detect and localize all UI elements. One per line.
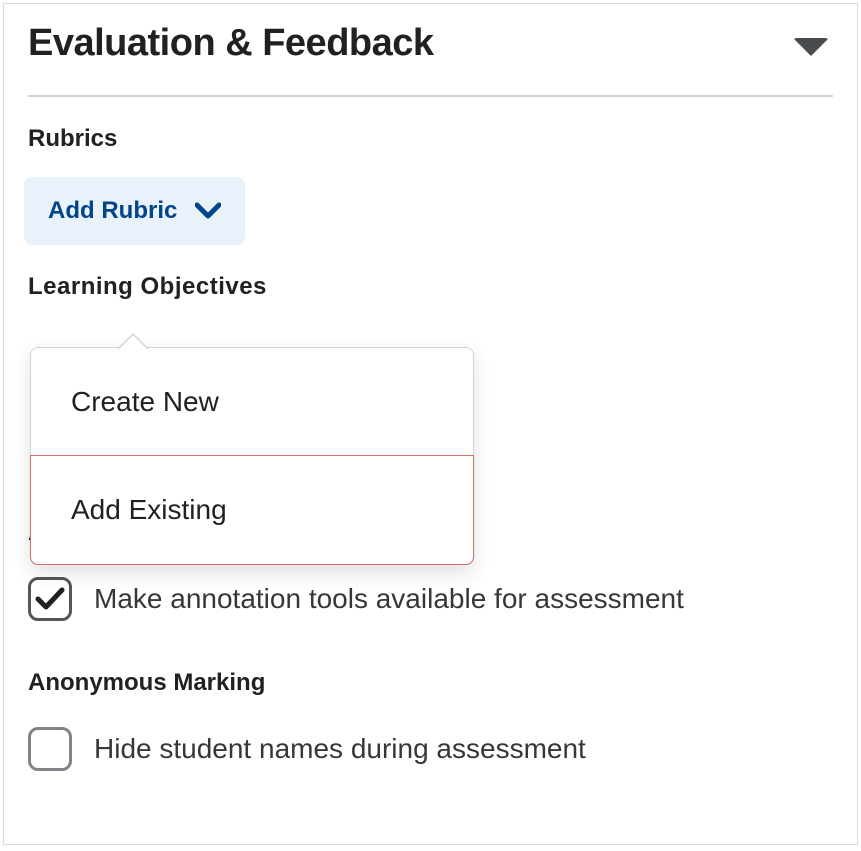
annotation-checkbox-row: Make annotation tools available for asse…	[28, 577, 833, 621]
anonymous-marking-label: Anonymous Marking	[28, 669, 833, 697]
add-rubric-label: Add Rubric	[48, 197, 177, 225]
panel-header[interactable]: Evaluation & Feedback	[28, 22, 833, 65]
divider	[28, 95, 833, 97]
panel-title: Evaluation & Feedback	[28, 22, 793, 65]
chevron-down-icon	[195, 202, 221, 220]
add-rubric-dropdown: Create New Add Existing	[30, 347, 474, 565]
menu-item-create-new[interactable]: Create New	[31, 348, 473, 456]
anonymous-checkbox[interactable]	[28, 727, 72, 771]
menu-item-add-existing[interactable]: Add Existing	[30, 455, 474, 565]
rubrics-label: Rubrics	[28, 125, 833, 153]
anonymous-checkbox-label: Hide student names during assessment	[94, 733, 586, 765]
annotation-checkbox-label: Make annotation tools available for asse…	[94, 583, 684, 615]
learning-objectives-label: Learning Objectives	[28, 273, 833, 301]
evaluation-feedback-panel: Evaluation & Feedback Rubrics Add Rubric…	[3, 3, 858, 845]
annotation-checkbox[interactable]	[28, 577, 72, 621]
add-rubric-button[interactable]: Add Rubric	[24, 177, 245, 245]
anonymous-checkbox-row: Hide student names during assessment	[28, 727, 833, 771]
collapse-caret-icon[interactable]	[793, 38, 829, 56]
